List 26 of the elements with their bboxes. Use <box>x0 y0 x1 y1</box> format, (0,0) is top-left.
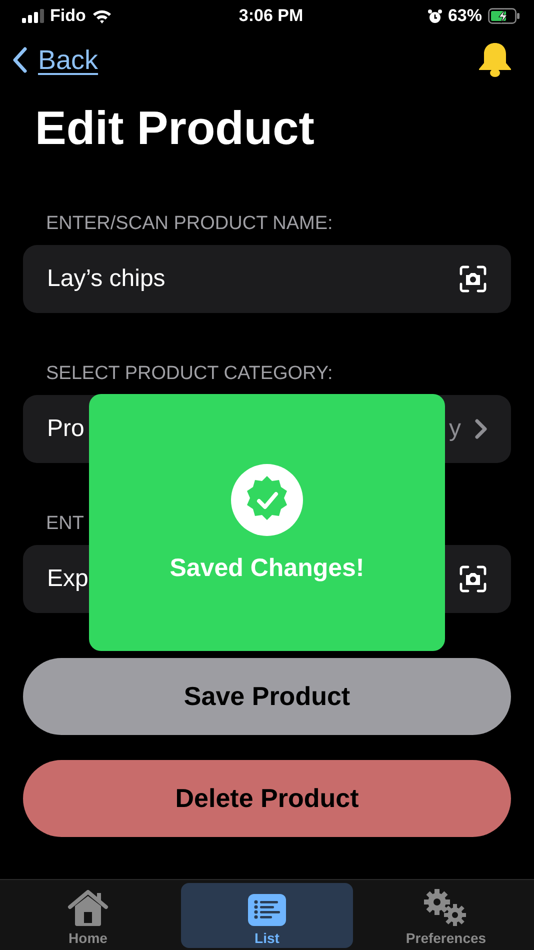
page-title: Edit Product <box>35 104 316 151</box>
field-label: ENT <box>46 513 85 535</box>
signal-icon <box>22 9 44 23</box>
tab-item[interactable]: Home <box>2 883 174 948</box>
carrier-name: Fido <box>50 6 86 26</box>
delete-button[interactable]: Delete Product <box>23 760 511 837</box>
tab-item[interactable]: Preferences <box>360 883 532 948</box>
wifi-icon <box>92 8 112 24</box>
alarm-icon <box>428 8 442 24</box>
tab-item[interactable]: List <box>181 883 353 948</box>
battery-icon <box>488 8 520 24</box>
list-icon <box>248 894 286 926</box>
bell-icon[interactable] <box>478 41 512 79</box>
house-icon <box>67 890 109 926</box>
chevron-left-icon <box>12 46 28 74</box>
save-button[interactable]: Save Product <box>23 658 511 735</box>
camera-scan-icon[interactable] <box>459 265 487 293</box>
field-label: ENTER/SCAN PRODUCT NAME: <box>46 213 334 235</box>
camera-scan-icon[interactable] <box>459 565 487 593</box>
back-button[interactable]: Back <box>12 44 98 76</box>
field-label: SELECT PRODUCT CATEGORY: <box>46 363 334 385</box>
verified-check-icon <box>231 464 303 536</box>
battery-percent: 63% <box>448 6 482 26</box>
toast-message: Saved Changes! <box>170 554 364 583</box>
chevron-right-icon <box>475 419 487 439</box>
clock-time: 3:06 PM <box>238 6 304 25</box>
